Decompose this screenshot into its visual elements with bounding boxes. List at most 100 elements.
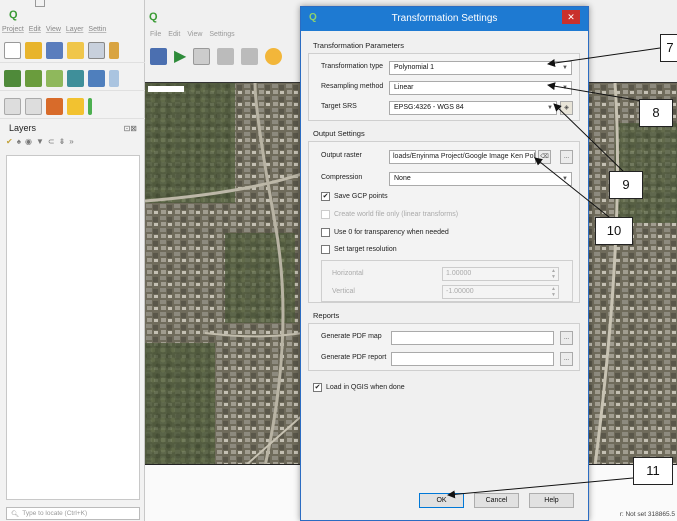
new-project-icon[interactable] [4, 41, 21, 59]
edit-toolbar [0, 94, 145, 119]
reports-group: Generate PDF map ... Generate PDF report… [308, 323, 580, 371]
output-raster-input[interactable]: loads/Enyinma Project/Google Image Ken P… [389, 150, 536, 164]
menu-layer[interactable]: Layer [66, 26, 84, 33]
projection-selector-icon[interactable]: ◈ [560, 101, 573, 115]
checkbox-empty-icon [321, 245, 330, 254]
pdf-map-label: Generate PDF map [321, 333, 382, 340]
vertical-spinbox[interactable]: -1.00000 ▲ ▼ [442, 285, 559, 299]
compression-select[interactable]: None ▼ [389, 172, 572, 186]
menu-file[interactable]: File [150, 31, 161, 38]
pdf-map-browse-button[interactable]: ... [560, 331, 573, 345]
transformation-settings-dialog: Q Transformation Settings ✕ Transformati… [300, 6, 589, 521]
filter-legend-icon[interactable]: ⊂ [48, 137, 55, 146]
annotation-7: 7 [660, 34, 677, 62]
project-toolbar [0, 38, 145, 63]
transformation-type-value: Polynomial 1 [394, 64, 435, 71]
digitize-icon[interactable] [67, 69, 84, 87]
select-icon[interactable] [4, 97, 21, 115]
checkbox-empty-icon [321, 210, 330, 219]
deselect-icon[interactable] [25, 97, 42, 115]
chevron-down-icon: ▼ [547, 105, 553, 111]
start-georeferencing-icon[interactable]: ▶ [174, 46, 186, 66]
label-icon[interactable] [67, 97, 84, 115]
generate-script-icon[interactable] [193, 47, 211, 65]
visibility-icon[interactable]: ◉ [25, 137, 32, 146]
transformation-type-select[interactable]: Polynomial 1 ▼ [389, 61, 572, 75]
open-raster-icon[interactable] [150, 47, 167, 65]
pdf-report-browse-button[interactable]: ... [560, 352, 573, 366]
extra-tool-icon[interactable] [88, 97, 92, 115]
georeferencer-menubar: File Edit View Settings [150, 31, 235, 38]
annotation-11: 11 [633, 457, 673, 485]
layers-list[interactable] [6, 155, 140, 500]
locator-search-input[interactable]: 🔍︎ Type to locate (Ctrl+K) [6, 507, 140, 520]
add-db-icon[interactable] [88, 69, 105, 87]
menu-edit-geo[interactable]: Edit [168, 31, 180, 38]
dialog-titlebar[interactable]: Q Transformation Settings ✕ [301, 7, 588, 31]
output-raster-browse-button[interactable]: ... [560, 150, 573, 164]
load-in-qgis-checkbox[interactable]: ✔ Load in QGIS when done [313, 383, 405, 392]
transformation-parameters-group: Transformation type Polynomial 1 ▼ Resam… [308, 53, 580, 121]
target-resolution-label: Set target resolution [334, 246, 397, 253]
target-srs-label: Target SRS [321, 103, 357, 110]
cancel-button[interactable]: Cancel [474, 493, 519, 508]
window-restore-icon[interactable] [35, 0, 45, 7]
horizontal-spinbox[interactable]: 1.00000 ▲ ▼ [442, 267, 559, 281]
compression-value: None [394, 175, 411, 182]
layer-toolbar [0, 66, 145, 91]
save-gcp-checkbox[interactable]: ✔ Save GCP points [321, 192, 388, 201]
pdf-report-label: Generate PDF report [321, 354, 387, 361]
menu-settings[interactable]: Settin [88, 26, 106, 33]
panel-close-icon[interactable]: ⊡⊠ [124, 124, 137, 133]
add-layer-more-icon[interactable] [109, 69, 119, 87]
pdf-report-input[interactable] [391, 352, 554, 366]
add-raster-icon[interactable] [25, 69, 42, 87]
load-gcp-icon[interactable] [217, 47, 235, 65]
clear-field-icon[interactable]: ⌫ [538, 150, 551, 164]
print-layout-icon[interactable] [88, 41, 105, 59]
vertical-value: -1.00000 [446, 288, 474, 295]
main-menubar: Project Edit View Layer Settin [2, 26, 106, 33]
pdf-map-input[interactable] [391, 331, 554, 345]
menu-view[interactable]: View [46, 26, 61, 33]
transparency-checkbox[interactable]: Use 0 for transparency when needed [321, 228, 449, 237]
add-group-icon[interactable]: ♠ [17, 137, 21, 146]
qgis-main-window: Q Project Edit View Layer Settin Layers … [0, 0, 145, 521]
transformation-settings-icon[interactable] [265, 47, 283, 65]
spin-arrows-icon: ▲ ▼ [551, 268, 556, 280]
help-button[interactable]: Help [529, 493, 574, 508]
horizontal-label: Horizontal [332, 270, 364, 277]
resampling-method-select[interactable]: Linear ▼ [389, 81, 572, 95]
resolution-group: Horizontal 1.00000 ▲ ▼ Vertical -1.00000 … [321, 260, 573, 302]
menu-edit[interactable]: Edit [29, 26, 41, 33]
target-srs-select[interactable]: EPSG:4326 - WGS 84 ▼ [389, 101, 557, 115]
menu-settings-geo[interactable]: Settings [209, 31, 234, 38]
save-icon[interactable] [46, 41, 63, 59]
output-raster-label: Output raster [321, 152, 362, 159]
load-in-qgis-label: Load in QGIS when done [326, 384, 405, 391]
open-folder-icon[interactable] [25, 41, 42, 59]
save-as-icon[interactable] [67, 41, 84, 59]
chevron-down-icon: ▼ [562, 176, 568, 182]
add-vector-icon[interactable] [4, 69, 21, 87]
expand-icon[interactable]: ⇟ [59, 137, 66, 146]
spin-arrows-icon: ▲ ▼ [551, 286, 556, 298]
target-resolution-checkbox[interactable]: Set target resolution [321, 245, 397, 254]
world-file-checkbox[interactable]: Create world file only (linear transform… [321, 210, 458, 219]
layout-manager-icon[interactable] [109, 41, 119, 59]
vertical-label: Vertical [332, 288, 355, 295]
menu-project[interactable]: Project [2, 26, 24, 33]
locator-placeholder: Type to locate (Ctrl+K) [22, 510, 88, 517]
horizontal-value: 1.00000 [446, 270, 472, 277]
close-icon[interactable]: ✕ [562, 10, 580, 24]
add-wms-icon[interactable] [46, 69, 63, 87]
save-gcp-icon[interactable] [241, 47, 259, 65]
transformation-parameters-title: Transformation Parameters [313, 41, 405, 50]
layer-style-icon[interactable]: ✔ [6, 137, 13, 146]
ok-button[interactable]: OK [419, 493, 464, 508]
menu-view-geo[interactable]: View [187, 31, 202, 38]
more-icon[interactable]: » [69, 137, 73, 146]
annotation-9: 9 [609, 171, 643, 199]
edit-icon[interactable] [46, 97, 63, 115]
filter-icon[interactable]: ▼ [36, 137, 44, 146]
